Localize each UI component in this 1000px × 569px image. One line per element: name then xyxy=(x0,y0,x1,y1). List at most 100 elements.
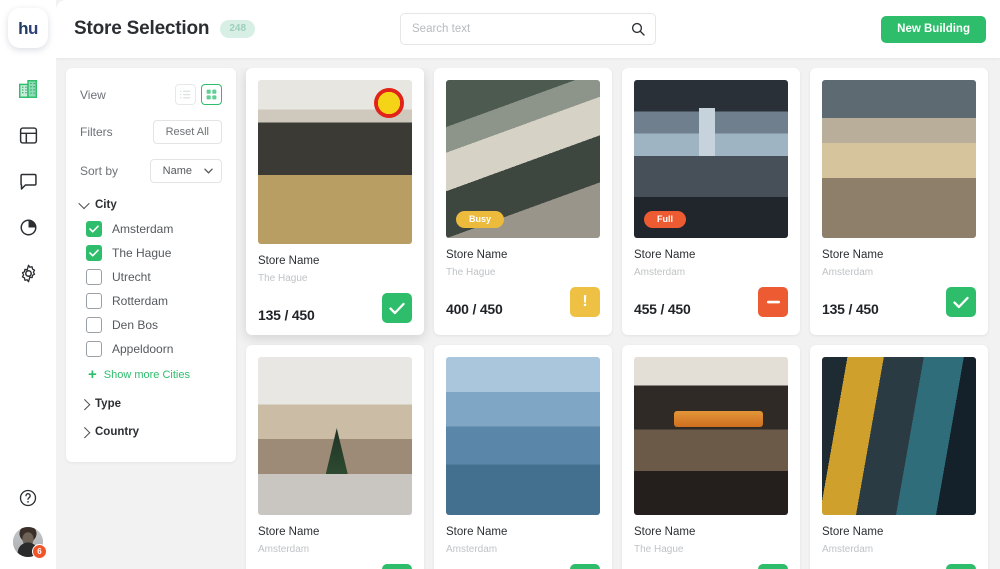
filter-option-appeldoorn[interactable]: Appeldoorn xyxy=(80,341,222,357)
search-icon[interactable] xyxy=(630,21,646,37)
checkbox[interactable] xyxy=(86,245,102,261)
sort-value: Name xyxy=(162,165,192,177)
filter-option-amsterdam[interactable]: Amsterdam xyxy=(80,221,222,237)
store-thumbnail: Full xyxy=(634,80,788,238)
checkbox[interactable] xyxy=(86,221,102,237)
occupancy-pill: Full xyxy=(644,211,686,228)
search-box[interactable] xyxy=(400,13,656,45)
avatar[interactable]: 6 xyxy=(13,527,47,559)
sidebar-item-dashboard[interactable] xyxy=(15,122,41,148)
main-area: Store Selection 248 New Building View xyxy=(56,0,1000,569)
app-logo[interactable]: hu xyxy=(8,8,48,48)
store-card[interactable]: Busy Store Name The Hague 400 / 450! xyxy=(434,68,612,335)
grid-view-button[interactable] xyxy=(201,84,222,105)
chevron-down-icon xyxy=(204,168,213,174)
plus-icon: + xyxy=(88,366,97,383)
sort-row: Sort by Name xyxy=(80,159,222,183)
sort-select[interactable]: Name xyxy=(149,159,222,183)
store-count-badge: 248 xyxy=(220,20,256,38)
store-card[interactable]: Store Name Amsterdam 135 / 450 xyxy=(810,68,988,335)
check-icon xyxy=(389,302,405,314)
sidebar-item-settings[interactable] xyxy=(15,260,41,286)
filter-group-city[interactable]: City xyxy=(78,197,222,211)
checkbox[interactable] xyxy=(86,317,102,333)
chevron-down-icon xyxy=(78,197,90,210)
status-badge[interactable] xyxy=(758,287,788,317)
store-capacity: 135 / 450 xyxy=(258,307,315,323)
filter-option-label: Appeldoorn xyxy=(112,342,174,356)
store-name: Store Name xyxy=(258,255,320,267)
filter-groups: City Amsterdam The Hague Utrecht Rotterdam De… xyxy=(78,197,222,439)
store-name: Store Name xyxy=(822,249,884,261)
filter-group-type[interactable]: Type xyxy=(79,398,222,411)
status-badge[interactable] xyxy=(382,293,412,323)
filter-option-den-bos[interactable]: Den Bos xyxy=(80,317,222,333)
content-area: View Filters Reset All Sort by Name City… xyxy=(56,58,1000,569)
filter-option-utrecht[interactable]: Utrecht xyxy=(80,269,222,285)
help-button[interactable] xyxy=(15,485,41,511)
filter-option-label: The Hague xyxy=(112,246,172,260)
search-input[interactable] xyxy=(412,23,630,35)
sidebar-item-analytics[interactable] xyxy=(15,214,41,240)
filter-group-label: City xyxy=(95,199,117,211)
sidebar-item-messages[interactable] xyxy=(15,168,41,194)
status-badge[interactable] xyxy=(758,564,788,569)
top-bar: Store Selection 248 New Building xyxy=(56,0,1000,58)
checkbox[interactable] xyxy=(86,293,102,309)
reset-all-button[interactable]: Reset All xyxy=(152,120,222,144)
store-card-footer: 455 / 450 xyxy=(634,287,788,317)
status-badge[interactable] xyxy=(946,287,976,317)
store-card[interactable]: Store Name Amsterdam xyxy=(810,345,988,569)
show-more-label: Show more Cities xyxy=(103,368,190,381)
building-icon xyxy=(19,80,37,98)
cards-scroll-area[interactable]: Store Name The Hague 135 / 450 Busy Store Na… xyxy=(236,68,1000,569)
store-name: Store Name xyxy=(822,526,884,538)
store-thumbnail xyxy=(822,80,976,238)
status-badge[interactable] xyxy=(570,564,600,569)
store-name: Store Name xyxy=(446,526,508,538)
view-row: View xyxy=(80,84,222,105)
check-icon xyxy=(89,249,99,257)
store-card-grid: Store Name The Hague 135 / 450 Busy Store Na… xyxy=(246,68,1000,569)
list-view-button[interactable] xyxy=(175,84,196,105)
checkbox[interactable] xyxy=(86,341,102,357)
layout-icon xyxy=(19,126,37,144)
store-card[interactable]: Store Name Amsterdam xyxy=(434,345,612,569)
app-root: hu 6 Store Selection 248 Search text New… xyxy=(0,0,1000,569)
status-badge[interactable]: ! xyxy=(570,287,600,317)
store-card[interactable]: Full Store Name Amsterdam 455 / 450 xyxy=(622,68,800,335)
filter-option-label: Utrecht xyxy=(112,270,151,284)
view-label: View xyxy=(80,87,106,102)
store-capacity: 400 / 450 xyxy=(446,301,503,317)
store-card-footer xyxy=(446,564,600,569)
store-thumbnail xyxy=(822,357,976,515)
checkbox[interactable] xyxy=(86,269,102,285)
status-badge[interactable] xyxy=(382,564,412,569)
sidebar-item-buildings[interactable] xyxy=(15,76,41,102)
left-nav-rail: hu 6 xyxy=(0,0,56,569)
view-toggle xyxy=(175,84,222,105)
store-name: Store Name xyxy=(258,526,320,538)
store-card[interactable]: Store Name Amsterdam xyxy=(246,345,424,569)
new-building-button[interactable]: New Building xyxy=(881,15,986,43)
grid-view-icon xyxy=(206,89,217,100)
store-card-footer xyxy=(634,564,788,569)
store-card[interactable]: Store Name The Hague xyxy=(622,345,800,569)
store-card-footer xyxy=(258,564,412,569)
store-card[interactable]: Store Name The Hague 135 / 450 xyxy=(246,68,424,335)
store-thumbnail xyxy=(634,357,788,515)
page-title: Store Selection xyxy=(74,18,210,39)
show-more-cities-button[interactable]: + Show more Cities xyxy=(80,367,222,382)
store-card-footer: 135 / 450 xyxy=(822,287,976,317)
chevron-right-icon xyxy=(79,399,91,411)
filters-row: Filters Reset All xyxy=(80,120,222,144)
filter-group-country[interactable]: Country xyxy=(79,426,222,439)
filter-option-the-hague[interactable]: The Hague xyxy=(80,245,222,261)
store-card-footer: 135 / 450 xyxy=(258,293,412,323)
store-name: Store Name xyxy=(634,249,696,261)
status-badge[interactable] xyxy=(946,564,976,569)
store-thumbnail xyxy=(258,357,412,515)
filter-option-rotterdam[interactable]: Rotterdam xyxy=(80,293,222,309)
store-city: Amsterdam xyxy=(446,544,498,555)
help-circle-icon xyxy=(19,489,37,507)
